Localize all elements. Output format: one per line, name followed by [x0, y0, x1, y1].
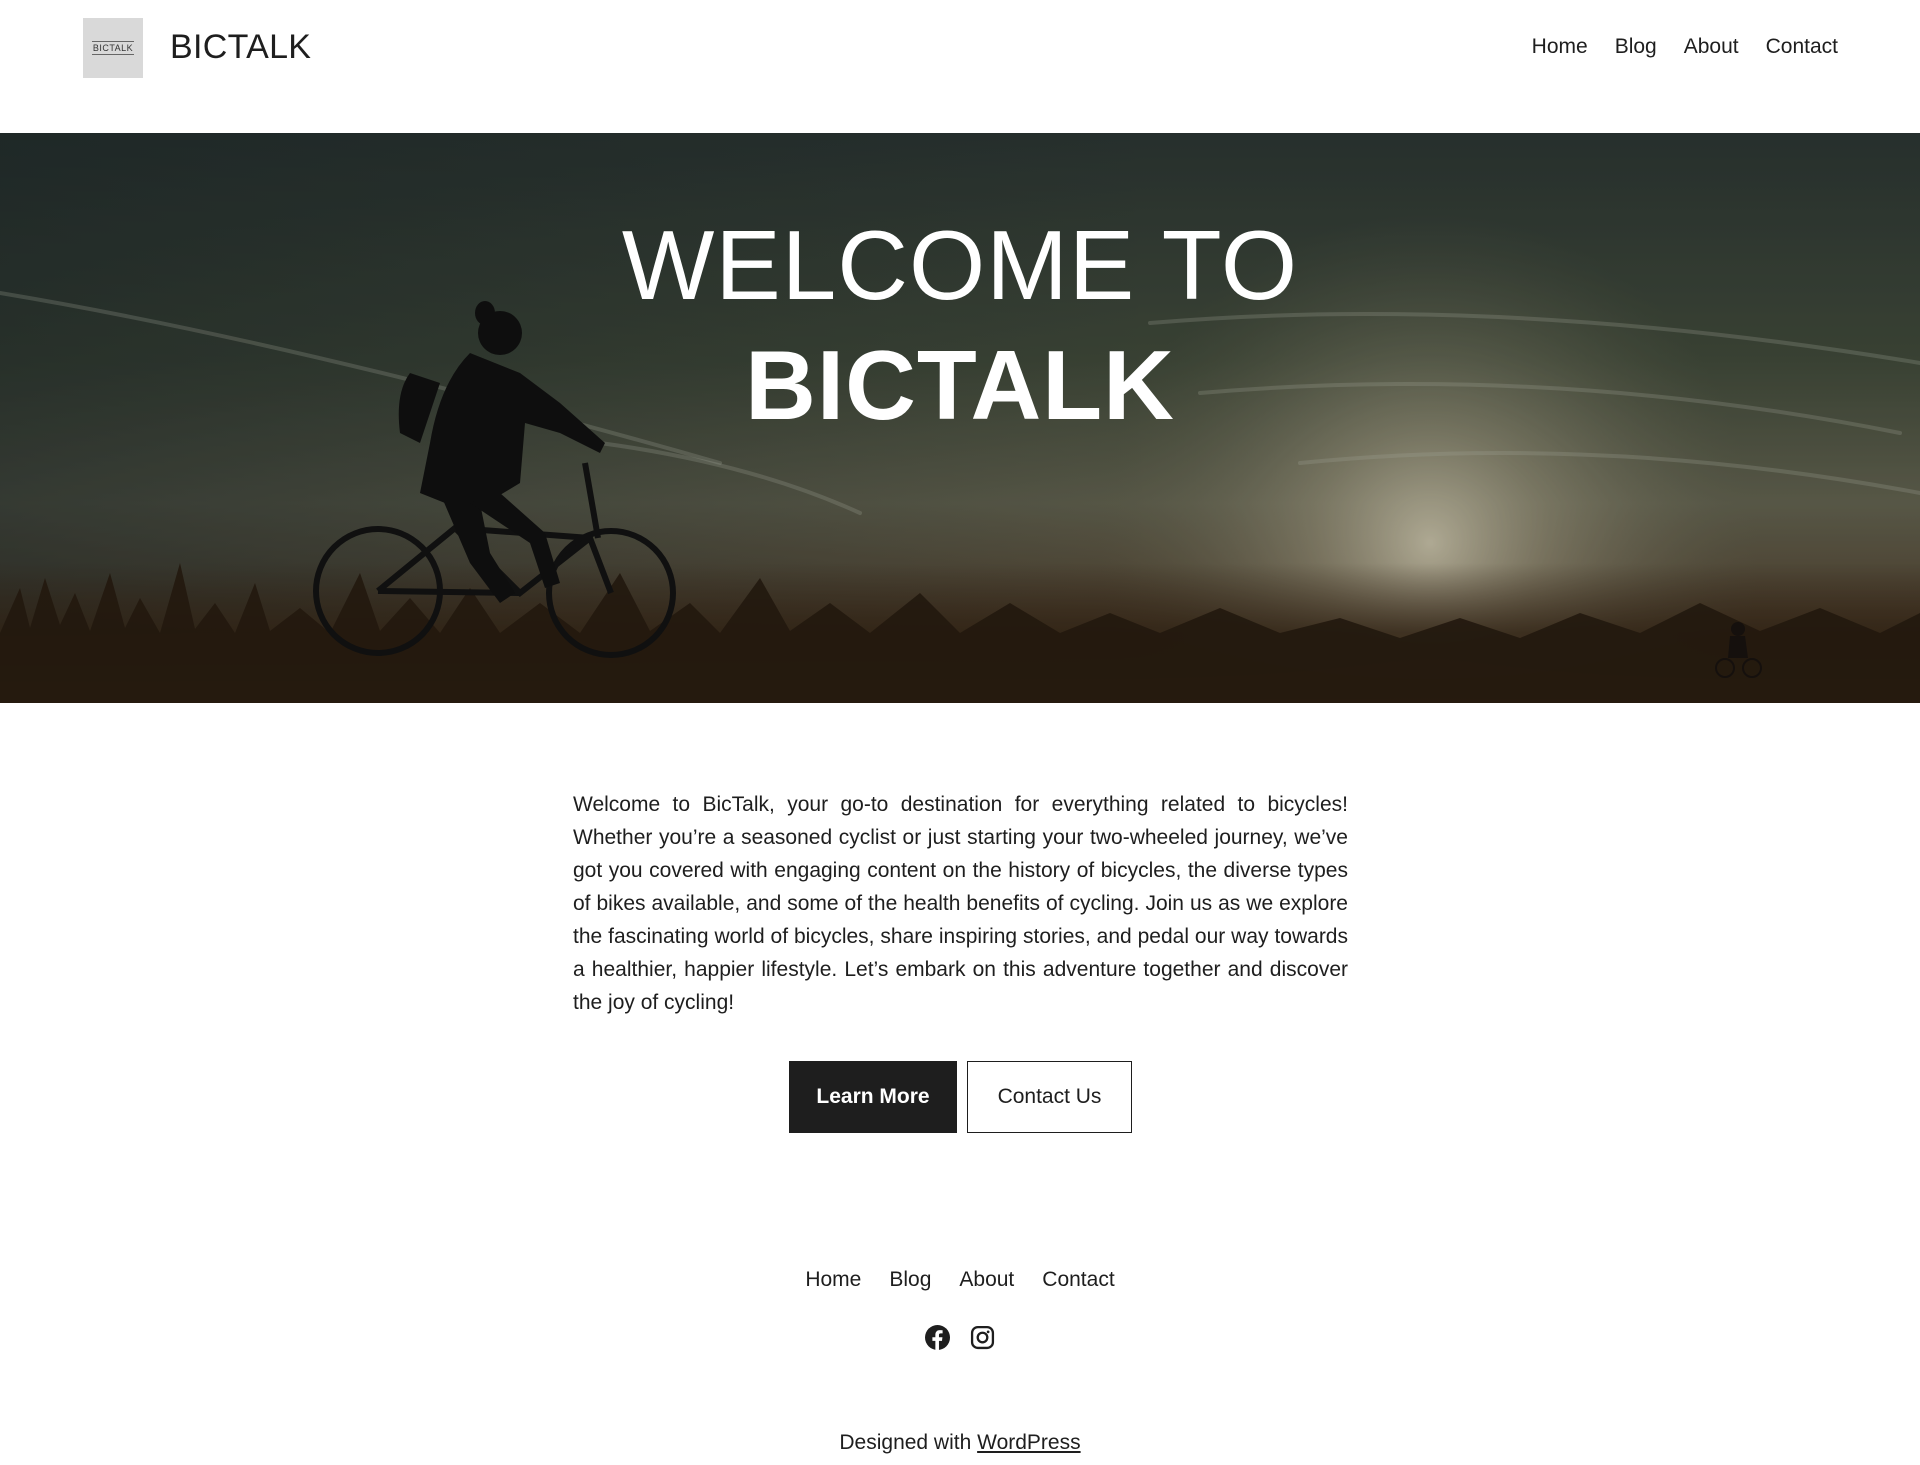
- instagram-icon[interactable]: [970, 1325, 995, 1350]
- footer-credit: Designed with WordPress: [0, 1428, 1920, 1458]
- main-navigation: Home Blog About Contact: [1532, 32, 1838, 62]
- hero-cover: WELCOME TO BICTALK: [0, 133, 1920, 703]
- nav-blog[interactable]: Blog: [1615, 32, 1657, 62]
- hero-title: WELCOME TO BICTALK: [0, 205, 1920, 445]
- site-title[interactable]: BICTALK: [170, 25, 311, 69]
- site-header: BICTALK BICTALK Home Blog About Contact: [0, 0, 1920, 133]
- footer-nav-blog[interactable]: Blog: [889, 1265, 931, 1295]
- site-logo[interactable]: BICTALK: [83, 18, 143, 78]
- nav-about[interactable]: About: [1684, 32, 1739, 62]
- nav-contact[interactable]: Contact: [1766, 32, 1838, 62]
- wordpress-link[interactable]: WordPress: [977, 1431, 1080, 1454]
- social-links: [0, 1325, 1920, 1350]
- contact-us-button[interactable]: Contact Us: [967, 1061, 1132, 1133]
- facebook-icon[interactable]: [925, 1325, 950, 1350]
- cta-buttons: Learn More Contact Us: [789, 1061, 1132, 1133]
- credit-prefix: Designed with: [839, 1431, 978, 1454]
- hero-title-line1: WELCOME TO: [621, 210, 1299, 320]
- footer-nav-home[interactable]: Home: [805, 1265, 861, 1295]
- hero-title-line2: BICTALK: [745, 330, 1175, 440]
- intro-paragraph: Welcome to BicTalk, your go-to destinati…: [573, 793, 1348, 1014]
- logo-text: BICTALK: [91, 41, 135, 55]
- footer-navigation: Home Blog About Contact: [0, 1265, 1920, 1295]
- footer-nav-contact[interactable]: Contact: [1042, 1265, 1114, 1295]
- footer-nav-about[interactable]: About: [959, 1265, 1014, 1295]
- learn-more-button[interactable]: Learn More: [789, 1061, 957, 1133]
- nav-home[interactable]: Home: [1532, 32, 1588, 62]
